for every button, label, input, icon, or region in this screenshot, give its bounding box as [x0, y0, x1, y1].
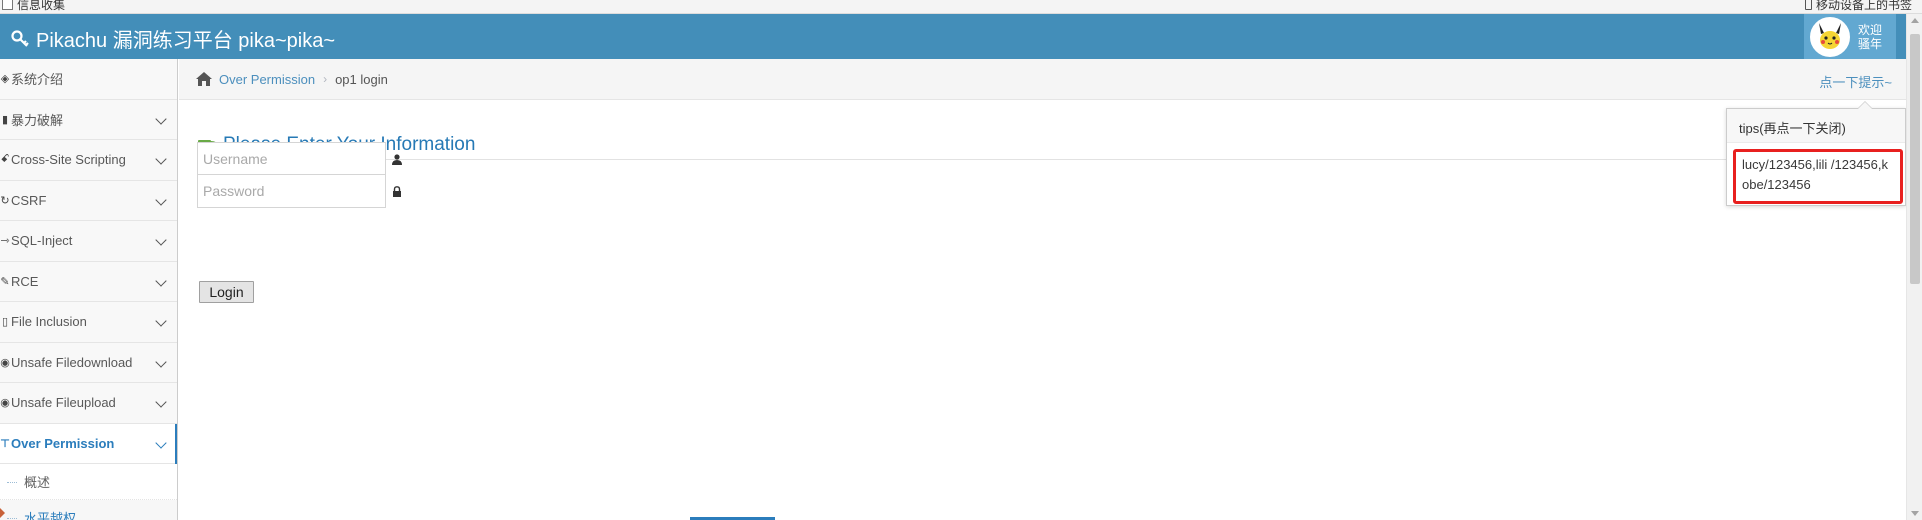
sidebar-item-label: 暴力破解: [11, 112, 64, 128]
over-permission-submenu: 概述 水平越权: [0, 464, 177, 520]
sidebar: ◈ 系统介绍 ▮ 暴力破解 ꗃ Cross-Site Scripting ↻ C…: [0, 59, 178, 520]
sidebar-item-label: Unsafe Filedownload: [11, 354, 133, 370]
home-icon[interactable]: [195, 71, 213, 87]
top-navbar: Pikachu 漏洞练习平台 pika~pika~ 欢迎 骚年: [0, 14, 1906, 59]
chevron-down-icon: [155, 355, 167, 368]
sidebar-item-csrf[interactable]: ↻ CSRF: [0, 180, 177, 221]
bookmarks-bar: 信息收集 移动设备上的书签: [0, 0, 1922, 14]
chevron-down-icon: [155, 112, 167, 125]
breadcrumb: Over Permission › op1 login 点一下提示~: [179, 59, 1906, 100]
chevron-down-icon: [155, 153, 167, 165]
sidebar-item-rce[interactable]: ✎ RCE: [0, 261, 177, 302]
sidebar-item-file-inclusion[interactable]: ▯ File Inclusion: [0, 302, 177, 343]
tips-title: tips(再点一下关闭): [1727, 109, 1905, 143]
sidebar-item-label: Cross-Site Scripting: [11, 152, 126, 168]
submenu-item-label: 概述: [24, 475, 51, 490]
chevron-down-icon: [155, 234, 167, 246]
chevron-down-icon: [155, 436, 167, 449]
sidebar-item-label: CSRF: [11, 192, 47, 208]
main-content: Please Enter Your Information Login: [179, 100, 1906, 520]
sidebar-item-bruteforce[interactable]: ▮ 暴力破解: [0, 99, 177, 140]
welcome-line2: 骚年: [1858, 36, 1883, 51]
user-icon: [392, 153, 402, 165]
sidebar-item-intro[interactable]: ◈ 系统介绍: [0, 59, 177, 100]
welcome-line1: 欢迎: [1858, 22, 1883, 37]
scroll-down-icon[interactable]: [1911, 511, 1919, 516]
pikachu-avatar-icon: [1814, 20, 1846, 53]
mobile-bookmarks-label: 移动设备上的书签: [1815, 0, 1912, 12]
file-icon: ▯: [1, 316, 9, 329]
lock-icon: [393, 185, 401, 197]
sidebar-item-label: Unsafe Fileupload: [11, 395, 116, 411]
scrollbar-thumb[interactable]: [1910, 34, 1920, 284]
chevron-down-icon: [155, 274, 167, 287]
upload-icon: ◉: [0, 397, 10, 410]
phone-icon: [1804, 0, 1812, 10]
vertical-scrollbar[interactable]: [1906, 14, 1922, 520]
breadcrumb-parent-link[interactable]: Over Permission: [219, 72, 315, 87]
brand-title: Pikachu 漏洞练习平台 pika~pika~: [36, 30, 336, 52]
hint-link[interactable]: 点一下提示~: [1819, 72, 1892, 91]
password-input[interactable]: [197, 174, 386, 208]
login-button[interactable]: Login: [199, 281, 254, 303]
breadcrumb-separator-icon: ›: [323, 72, 328, 86]
chevron-down-icon: [155, 315, 167, 327]
active-marker: [175, 423, 177, 464]
key-icon: [11, 29, 29, 47]
lock-icon: ▮: [1, 113, 9, 126]
page-title: Please Enter Your Information: [197, 130, 1897, 160]
folder-icon: [2, 0, 13, 10]
sidebar-item-label: Over Permission: [11, 435, 115, 451]
link-icon: ꗃ: [0, 153, 10, 166]
tips-content: lucy/123456,lili /123456,kobe/123456: [1733, 149, 1903, 204]
chevron-down-icon: [155, 193, 167, 206]
breadcrumb-current: op1 login: [335, 71, 388, 87]
avatar: [1810, 16, 1850, 57]
submenu-item-overview[interactable]: 概述: [0, 464, 177, 500]
sidebar-item-label: 系统介绍: [11, 72, 64, 88]
username-row: [197, 142, 402, 176]
sidebar-item-over-permission[interactable]: ⊤ Over Permission: [0, 423, 177, 464]
tips-popover[interactable]: tips(再点一下关闭) lucy/123456,lili /123456,ko…: [1726, 101, 1906, 206]
scroll-up-icon[interactable]: [1911, 18, 1919, 23]
sidebar-item-label: File Inclusion: [11, 314, 87, 330]
mobile-bookmarks[interactable]: 移动设备上的书签: [1804, 0, 1912, 13]
welcome-text: 欢迎 骚年: [1858, 23, 1882, 51]
refresh-icon: ↻: [0, 194, 10, 207]
sidebar-item-fileupload[interactable]: ◉ Unsafe Fileupload: [0, 383, 177, 424]
password-row: [197, 174, 402, 208]
bookmark-folder-label: 信息收集: [17, 0, 66, 12]
sidebar-item-filedownload[interactable]: ◉ Unsafe Filedownload: [0, 342, 177, 383]
arrow-icon: ⇾: [0, 235, 10, 248]
sidebar-item-xss[interactable]: ꗃ Cross-Site Scripting: [0, 140, 177, 181]
submenu-item-horizontal[interactable]: 水平越权: [0, 500, 177, 520]
bookmark-folder[interactable]: 信息收集: [2, 0, 65, 13]
sidebar-item-label: SQL-Inject: [11, 233, 73, 249]
brand-link[interactable]: Pikachu 漏洞练习平台 pika~pika~: [10, 24, 335, 53]
desktop-icon: ◈: [0, 73, 10, 86]
download-icon: ◉: [0, 356, 10, 369]
pencil-icon: ✎: [0, 275, 10, 288]
sidebar-item-label: RCE: [11, 273, 39, 289]
submenu-item-label: 水平越权: [24, 511, 77, 520]
user-menu[interactable]: 欢迎 骚年: [1804, 14, 1896, 59]
username-input[interactable]: [197, 142, 386, 176]
sidebar-item-sqli[interactable]: ⇾ SQL-Inject: [0, 221, 177, 262]
chevron-down-icon: [155, 396, 167, 408]
key-icon: ⊤: [0, 437, 11, 450]
